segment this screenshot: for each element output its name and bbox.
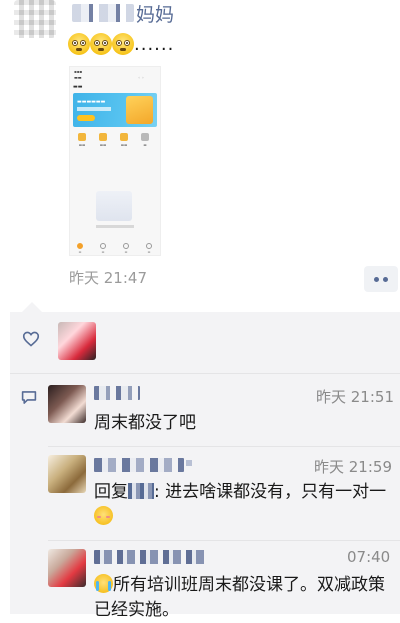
post-image[interactable]: ▪▪▪ ▬▬ ◦ ◦ ▬▬ ▬▬▬▬▬▬ ▬▬ ▬▬ ▬▬ ▬ ▬ ▬ ▬ ▬ xyxy=(70,67,160,255)
post-time: 昨天 21:47 xyxy=(69,269,147,287)
author-name-redacted[interactable] xyxy=(72,4,134,22)
image-banner-button xyxy=(77,115,95,121)
image-tab: ▬▬ xyxy=(74,75,82,80)
sob-face-icon xyxy=(94,574,113,593)
image-empty-illustration xyxy=(96,191,132,221)
flushed-face-icon xyxy=(68,33,90,55)
flushed-face-icon xyxy=(112,33,134,55)
reply-target-redacted[interactable] xyxy=(128,483,154,499)
image-empty-text xyxy=(96,225,134,228)
comment-time: 昨天 21:59 xyxy=(314,458,392,476)
comment-text[interactable]: 周末都没了吧 xyxy=(94,411,196,436)
reply-prefix: 回复 xyxy=(94,482,128,502)
image-banner-subtitle xyxy=(77,107,111,111)
likes-divider xyxy=(10,373,400,374)
comment-avatar[interactable] xyxy=(48,455,86,493)
comment-avatar[interactable] xyxy=(48,549,86,587)
more-dots-icon[interactable] xyxy=(364,266,398,292)
image-page-title: ▬▬ xyxy=(73,84,83,90)
post-text: ...... xyxy=(134,34,175,55)
comment-divider xyxy=(48,540,400,541)
comment-text[interactable]: 所有培训班周末都没课了。双减政策已经实施。 xyxy=(94,573,394,623)
comment-avatar[interactable] xyxy=(48,385,86,423)
comment-body: 所有培训班周末都没课了。双减政策已经实施。 xyxy=(94,575,385,620)
comment-author-redacted[interactable] xyxy=(94,386,140,400)
comment-author-redacted[interactable] xyxy=(94,550,208,564)
heart-icon xyxy=(22,331,40,347)
comment-time: 昨天 21:51 xyxy=(316,388,394,406)
flushed-face-icon xyxy=(90,33,112,55)
comment-author-redacted[interactable] xyxy=(94,458,184,472)
author-name[interactable]: 妈妈 xyxy=(136,0,174,27)
panel-pointer xyxy=(22,302,42,312)
image-nav-item: ▬ xyxy=(119,243,133,254)
image-banner-title: ▬▬▬▬▬▬ xyxy=(77,99,106,105)
comment-divider xyxy=(48,446,400,447)
image-category: ▬ xyxy=(136,133,154,147)
image-category: ▬▬ xyxy=(115,133,133,147)
image-nav-item: ▬ xyxy=(142,243,156,254)
image-nav-item: ▬ xyxy=(73,243,87,254)
comment-body: : 进去啥课都没有，只有一对一 xyxy=(154,482,387,502)
image-category: ▬▬ xyxy=(94,133,112,147)
comment-author-redacted xyxy=(186,460,192,466)
image-category: ▬▬ xyxy=(73,133,91,147)
image-top-icons: ◦ ◦ xyxy=(138,75,144,80)
comment-bubble-icon xyxy=(21,391,37,404)
comment-time: 07:40 xyxy=(347,548,391,566)
image-nav-item: ▬ xyxy=(96,243,110,254)
image-banner-art xyxy=(126,96,153,124)
blush-face-icon xyxy=(94,506,113,525)
image-status-bar: ▪▪▪ xyxy=(74,69,83,74)
like-user-avatar[interactable] xyxy=(58,322,96,360)
author-avatar[interactable] xyxy=(14,0,56,38)
comment-text[interactable]: 回复 : 进去啥课都没有，只有一对一 xyxy=(94,480,390,530)
